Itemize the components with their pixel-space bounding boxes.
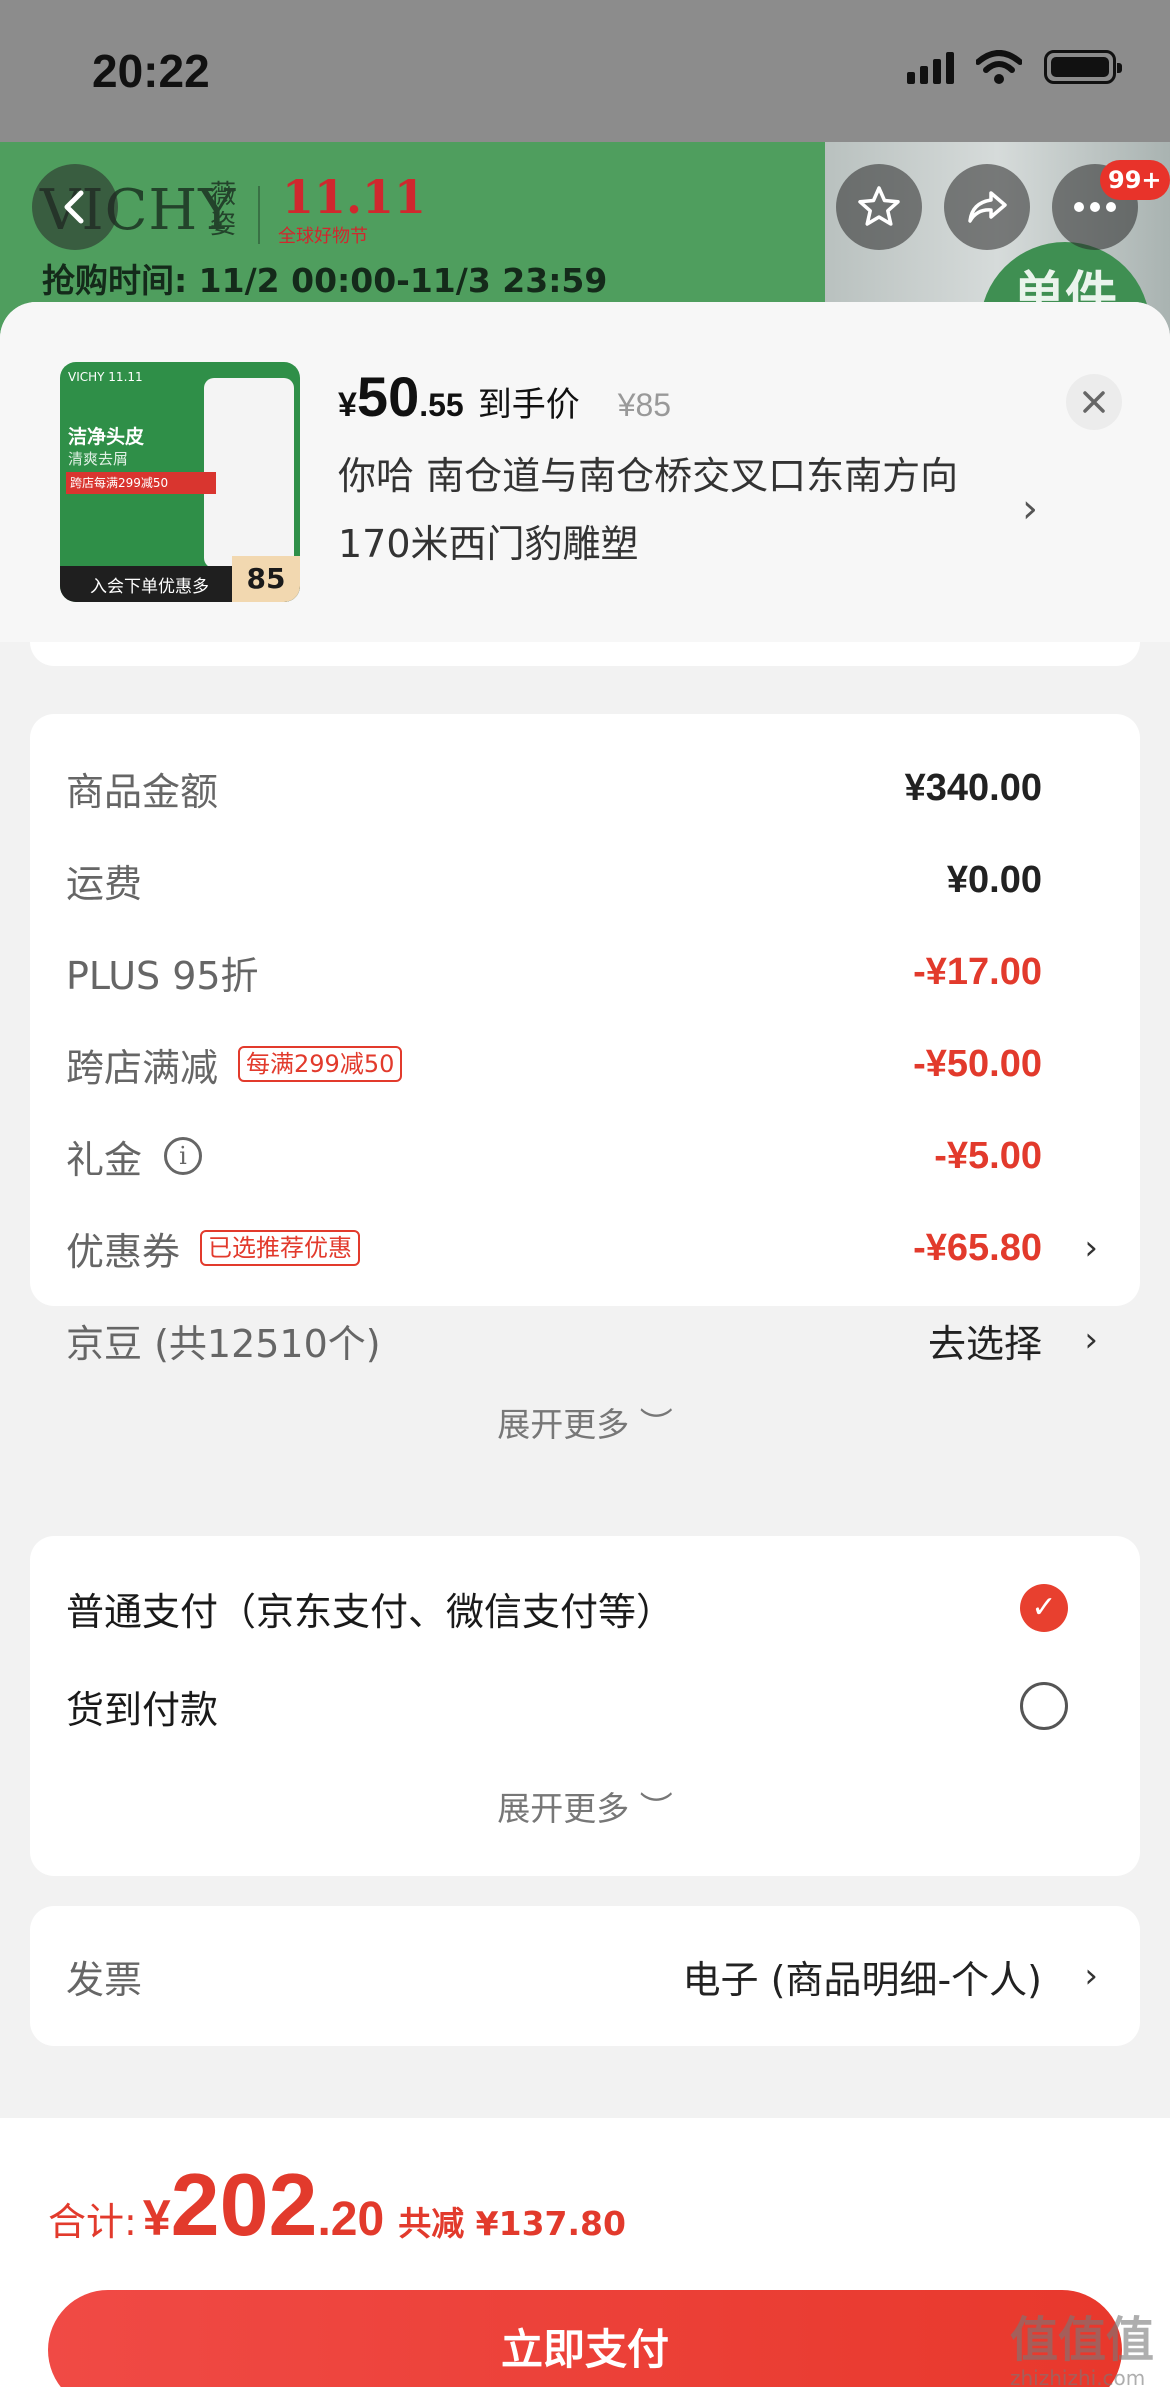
star-icon — [858, 186, 900, 226]
thumb-promo: 跨店每满299减50 — [66, 472, 216, 494]
payment-option-label: 货到付款 — [66, 1687, 219, 1732]
coupon-tag: 已选推荐优惠 — [200, 1230, 361, 1266]
price-decimal: .55 — [419, 387, 464, 423]
share-icon — [968, 191, 1007, 223]
summary-value: -¥5.00 — [934, 1134, 1042, 1177]
payment-option[interactable]: 普通支付（京东支付、微信支付等） ✓ — [66, 1578, 1104, 1638]
summary-label: 运费 — [66, 861, 143, 906]
price-label: 到手价 — [477, 385, 580, 425]
thumb-bottle-image — [204, 378, 294, 568]
chevron-right-icon: › — [1084, 1956, 1098, 1996]
summary-value: ¥340.00 — [904, 766, 1042, 809]
summary-label: 优惠券 — [66, 1229, 181, 1274]
summary-row-cross-store: 跨店满减 每满299减50 -¥50.00 — [66, 1034, 1104, 1094]
thumb-price: 85 — [232, 556, 300, 602]
discount-tag: 每满299减50 — [238, 1046, 403, 1082]
invoice-card[interactable]: 发票 电子 (商品明细-个人) › — [30, 1906, 1140, 2046]
summary-row-goods: 商品金额 ¥340.00 — [66, 758, 1104, 818]
back-button[interactable] — [32, 164, 118, 250]
close-button[interactable] — [1066, 374, 1122, 430]
summary-value: -¥17.00 — [913, 950, 1042, 993]
summary-row-gift: 礼金 i -¥5.00 — [66, 1126, 1104, 1186]
expand-more-button[interactable]: 展开更多 ︶ — [30, 1398, 1140, 1446]
total-currency: ¥ — [142, 2190, 171, 2246]
close-icon — [1083, 391, 1105, 413]
brand-logo-cn: 薇姿 — [210, 180, 237, 240]
checked-icon[interactable]: ✓ — [1020, 1584, 1068, 1632]
total-savings: 共减 ¥137.80 — [398, 2204, 626, 2243]
pay-now-button[interactable]: 立即支付 — [48, 2290, 1122, 2387]
original-price: ¥85 — [617, 387, 672, 423]
battery-icon — [1044, 50, 1122, 84]
summary-label: 跨店满减 — [66, 1045, 219, 1090]
product-thumbnail[interactable]: VICHY 11.11 洁净头皮 清爽去屑 跨店每满299减50 入会下单优惠多… — [60, 362, 300, 602]
summary-value: 去选择 — [927, 1321, 1042, 1366]
sale-time: 抢购时间: 11/2 00:00-11/3 23:59 — [42, 261, 608, 300]
summary-value: -¥65.80 — [913, 1226, 1042, 1269]
chevron-left-icon — [64, 190, 84, 224]
checkout-bar: 合计: ¥ 202 .20 共减 ¥137.80 立即支付 — [0, 2118, 1170, 2387]
price-summary-card: 商品金额 ¥340.00 运费 ¥0.00 PLUS 95折 -¥17.00 跨… — [30, 714, 1140, 1444]
watermark-url: zhizhizhi.com — [1010, 2366, 1146, 2387]
invoice-value: 电子 (商品明细-个人) — [682, 1957, 1042, 2002]
info-icon[interactable]: i — [164, 1137, 203, 1175]
checkout-sheet: VICHY 11.11 洁净头皮 清爽去屑 跨店每满299减50 入会下单优惠多… — [0, 302, 1170, 2387]
chevron-right-icon: › — [1084, 1320, 1098, 1360]
invoice-row[interactable]: 发票 电子 (商品明细-个人) › — [66, 1946, 1104, 2006]
status-icons — [907, 50, 1122, 84]
summary-row-shipping: 运费 ¥0.00 — [66, 850, 1104, 910]
summary-row-plus: PLUS 95折 -¥17.00 — [66, 942, 1104, 1002]
payment-option-label: 普通支付（京东支付、微信支付等） — [66, 1589, 675, 1634]
summary-value: ¥0.00 — [946, 858, 1042, 901]
thumb-footer-text: 入会下单优惠多 — [90, 577, 209, 597]
total-decimal: .20 — [317, 2193, 385, 2246]
thumb-logo: VICHY 11.11 — [68, 370, 143, 384]
status-bar: 20:22 — [0, 0, 1170, 142]
share-button[interactable] — [944, 164, 1030, 250]
more-dots-icon — [1074, 202, 1116, 212]
watermark-logo: 值值值 — [1010, 2312, 1155, 2368]
address-chevron-icon[interactable]: › — [1022, 486, 1038, 532]
watermark: 值值值 zhizhizhi.com — [1010, 2300, 1154, 2387]
status-time: 20:22 — [92, 45, 210, 97]
invoice-label: 发票 — [66, 1957, 143, 2002]
favorite-button[interactable] — [836, 164, 922, 250]
message-count-badge: 99+ — [1100, 160, 1170, 200]
thumb-title: 洁净头皮 — [68, 426, 145, 448]
cellular-signal-icon — [907, 50, 954, 84]
unchecked-radio-icon[interactable] — [1020, 1682, 1068, 1730]
summary-row-jingdou[interactable]: 京豆 (共12510个) 去选择 › — [66, 1310, 1104, 1370]
summary-label: 礼金 — [66, 1137, 143, 1182]
summary-label: PLUS 95折 — [66, 953, 259, 998]
expand-more-button[interactable]: 展开更多 ︶ — [30, 1782, 1140, 1830]
card-edge — [30, 642, 1140, 666]
order-total: 合计: ¥ 202 .20 共减 ¥137.80 — [48, 2154, 626, 2256]
total-integer: 202 — [170, 2155, 318, 2254]
payment-option[interactable]: 货到付款 — [66, 1676, 1104, 1736]
final-price: ¥ 50 .55 到手价 ¥85 — [338, 364, 671, 429]
delivery-address[interactable]: 你哈 南仓道与南仓桥交叉口东南方向170米西门豹雕塑 — [338, 442, 1018, 578]
summary-value: -¥50.00 — [913, 1042, 1042, 1085]
event-logo: 11.11 — [282, 170, 427, 224]
chevron-right-icon: › — [1084, 1228, 1098, 1268]
total-label: 合计: — [48, 2200, 137, 2244]
summary-row-coupon[interactable]: 优惠券 已选推荐优惠 -¥65.80 › — [66, 1218, 1104, 1278]
banner-divider — [258, 186, 260, 244]
summary-label: 京豆 (共12510个) — [66, 1321, 381, 1366]
product-header: VICHY 11.11 洁净头皮 清爽去屑 跨店每满299减50 入会下单优惠多… — [0, 302, 1170, 642]
payment-method-card: 普通支付（京东支付、微信支付等） ✓ 货到付款 展开更多 ︶ — [30, 1536, 1140, 1876]
thumb-subtitle: 清爽去屑 — [68, 450, 129, 468]
event-subtitle: 全球好物节 — [278, 226, 368, 247]
price-currency: ¥ — [338, 386, 357, 424]
wifi-icon — [976, 50, 1022, 84]
summary-label: 商品金额 — [66, 769, 219, 814]
price-integer: 50 — [356, 365, 420, 428]
